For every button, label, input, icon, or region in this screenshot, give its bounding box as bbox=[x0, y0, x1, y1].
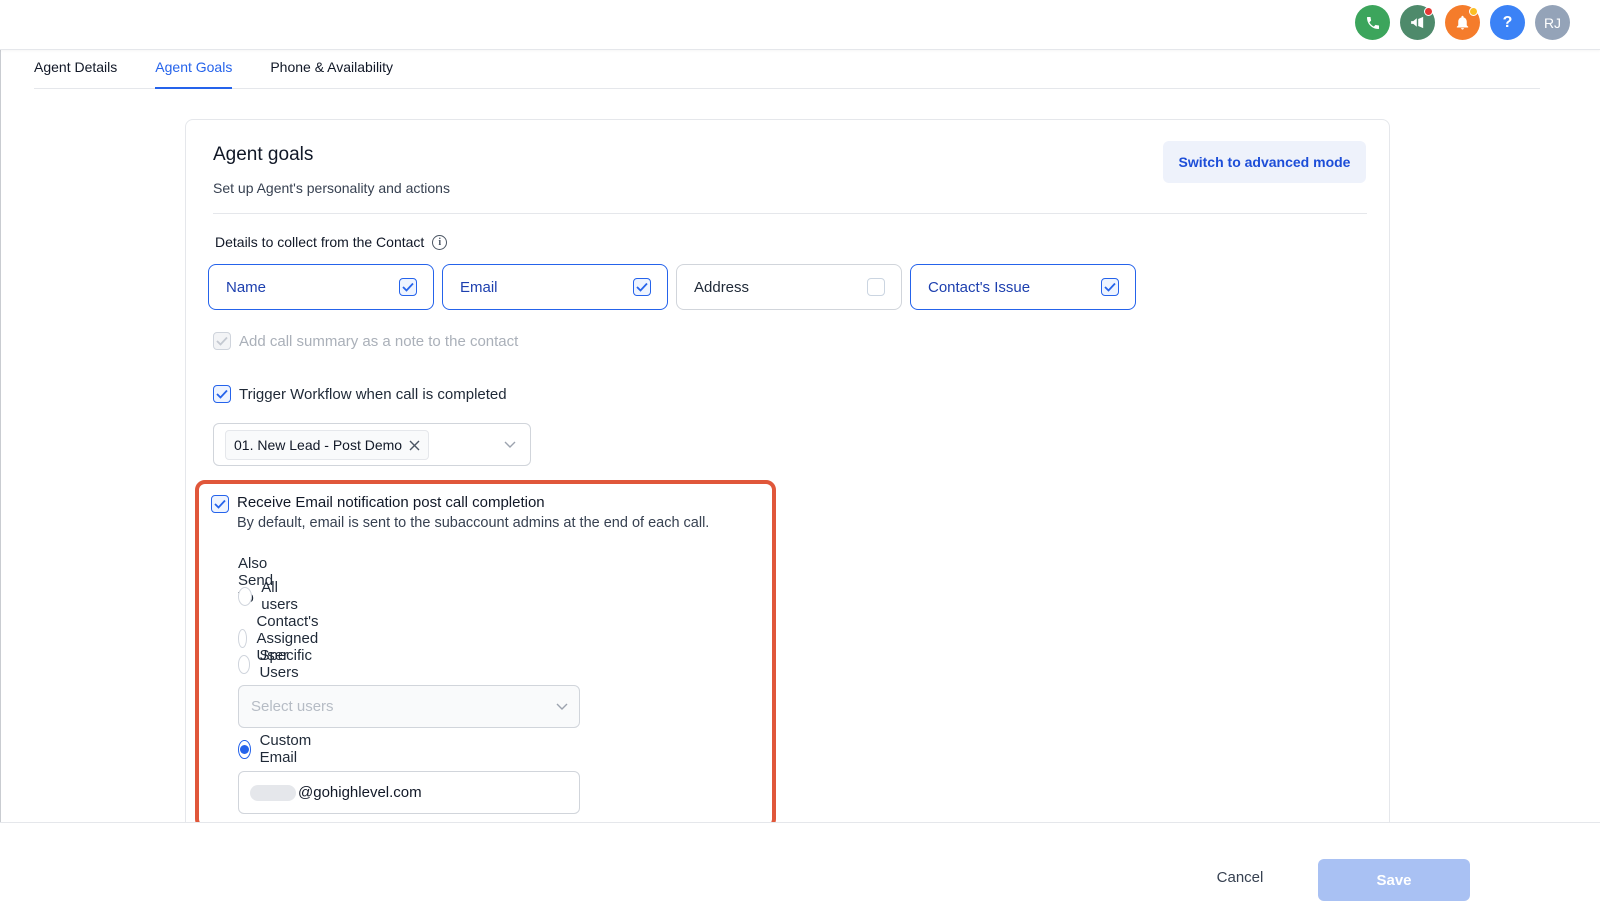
notification-dot bbox=[1424, 7, 1433, 16]
tab-phone-availability[interactable]: Phone & Availability bbox=[270, 52, 393, 89]
info-icon[interactable]: i bbox=[432, 234, 448, 250]
trigger-workflow-label: Trigger Workflow when call is completed bbox=[239, 385, 507, 403]
footer-bar: Cancel Save bbox=[0, 822, 1600, 909]
notification-dot bbox=[1469, 7, 1478, 16]
trigger-workflow-checkbox[interactable] bbox=[213, 385, 231, 403]
cancel-button[interactable]: Cancel bbox=[1196, 860, 1284, 894]
help-icon[interactable]: ? bbox=[1490, 5, 1525, 40]
call-summary-row: Add call summary as a note to the contac… bbox=[213, 332, 518, 350]
save-button[interactable]: Save bbox=[1318, 859, 1470, 901]
checkbox-unchecked[interactable] bbox=[867, 278, 885, 296]
divider bbox=[213, 213, 1367, 214]
field-email-option[interactable]: Email bbox=[442, 264, 668, 310]
field-label: Email bbox=[460, 278, 498, 296]
card-title: Agent goals bbox=[213, 144, 314, 165]
checkbox-checked[interactable] bbox=[1101, 278, 1119, 296]
bell-icon[interactable] bbox=[1445, 5, 1480, 40]
avatar[interactable]: RJ bbox=[1535, 5, 1570, 40]
phone-icon[interactable] bbox=[1355, 5, 1390, 40]
workflow-tag: 01. New Lead - Post Demo bbox=[225, 430, 430, 460]
collect-details-label: Details to collect from the Contact i bbox=[215, 234, 448, 250]
field-name-option[interactable]: Name bbox=[208, 264, 434, 310]
tab-agent-goals[interactable]: Agent Goals bbox=[155, 52, 233, 89]
close-icon[interactable] bbox=[409, 440, 420, 451]
field-address-option[interactable]: Address bbox=[676, 264, 902, 310]
field-label: Contact's Issue bbox=[928, 278, 1031, 296]
checkbox-checked[interactable] bbox=[399, 278, 417, 296]
highlight-annotation bbox=[195, 480, 776, 829]
switch-advanced-mode-button[interactable]: Switch to advanced mode bbox=[1163, 141, 1366, 183]
avatar-initials: RJ bbox=[1543, 14, 1562, 31]
help-glyph: ? bbox=[1502, 13, 1513, 31]
field-label: Address bbox=[694, 278, 750, 296]
collect-details-text: Details to collect from the Contact bbox=[215, 234, 425, 250]
workflow-select[interactable]: 01. New Lead - Post Demo bbox=[213, 423, 531, 466]
card-subtitle: Set up Agent's personality and actions bbox=[213, 180, 450, 196]
top-bar: ? RJ bbox=[0, 0, 1600, 50]
tab-bar: Agent Details Agent Goals Phone & Availa… bbox=[34, 52, 1540, 89]
call-summary-checkbox bbox=[213, 332, 231, 350]
chevron-down-icon bbox=[504, 441, 516, 448]
tab-agent-details[interactable]: Agent Details bbox=[34, 52, 117, 89]
field-label: Name bbox=[226, 278, 267, 296]
megaphone-icon[interactable] bbox=[1400, 5, 1435, 40]
left-rule bbox=[0, 0, 1, 909]
checkbox-checked[interactable] bbox=[633, 278, 651, 296]
trigger-workflow-row[interactable]: Trigger Workflow when call is completed bbox=[213, 385, 507, 403]
top-icons: ? RJ bbox=[1355, 5, 1570, 40]
workflow-tag-label: 01. New Lead - Post Demo bbox=[234, 437, 403, 453]
call-summary-label: Add call summary as a note to the contac… bbox=[239, 332, 519, 350]
field-contacts-issue-option[interactable]: Contact's Issue bbox=[910, 264, 1136, 310]
